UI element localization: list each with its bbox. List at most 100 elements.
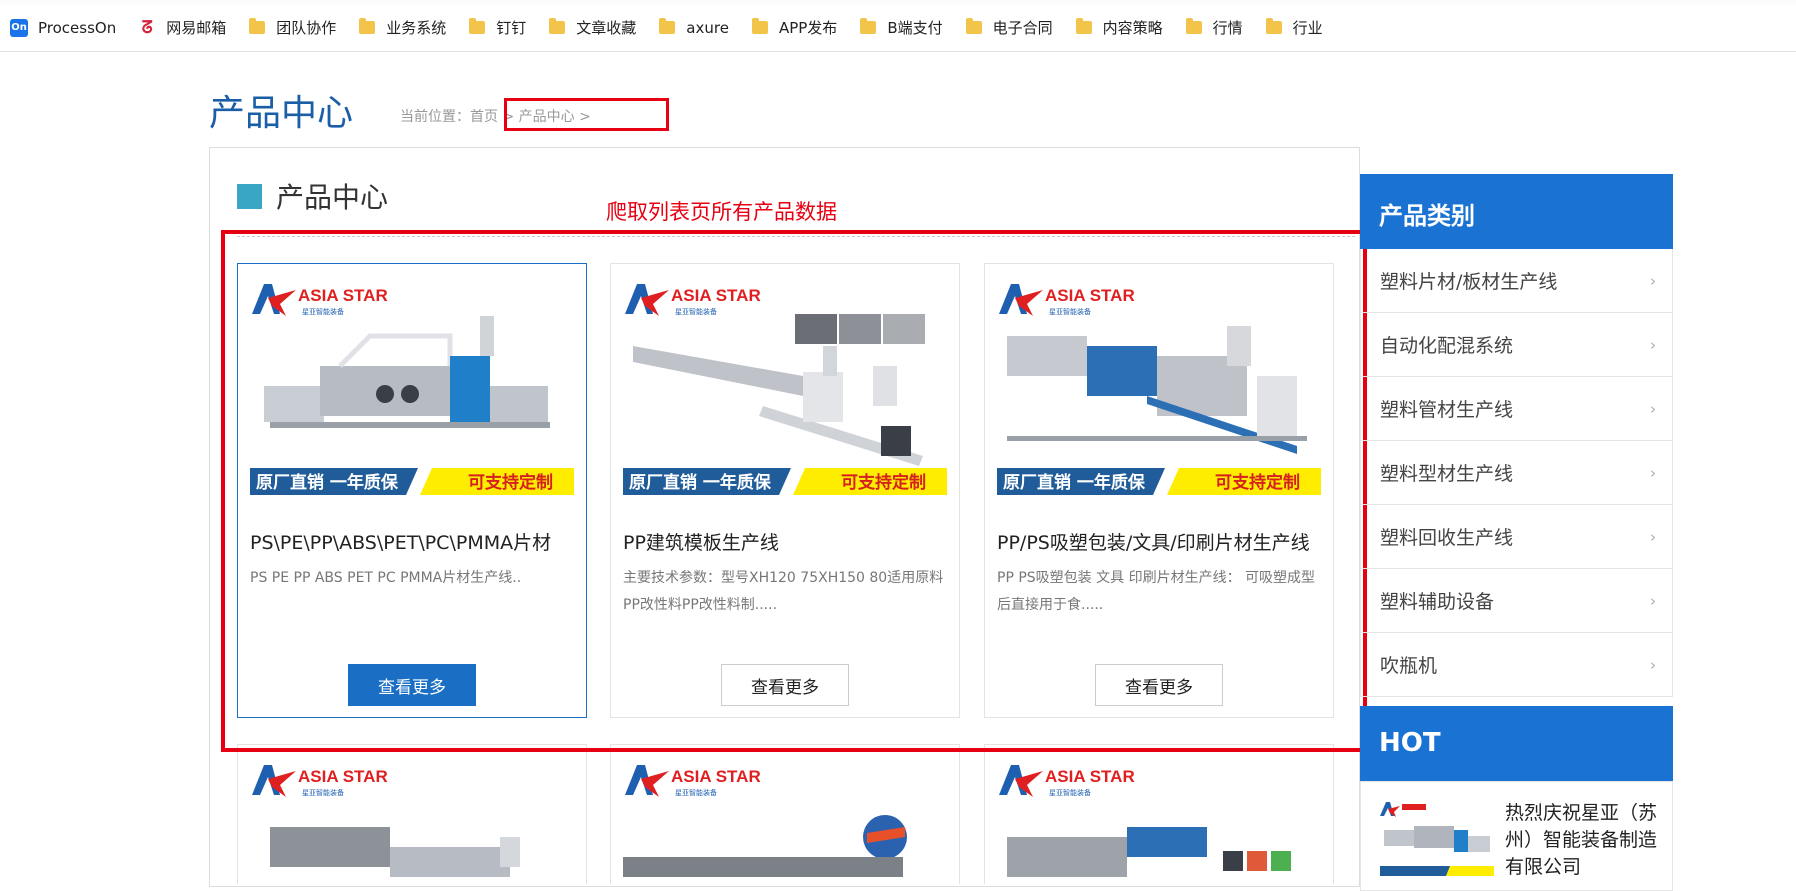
bookmark-folder[interactable]: axure [658,18,729,37]
chevron-right-icon: › [1650,335,1656,354]
bookmark-label: 团队协作 [276,19,337,37]
breadcrumb-highlight-box [504,98,669,131]
sidebar-item-blow-molding[interactable]: 吹瓶机 › [1360,633,1673,697]
bookmark-folder[interactable]: 行情 [1185,17,1243,38]
sidebar-item-label: 塑料辅助设备 [1380,591,1495,613]
folder-icon [549,18,566,34]
machine-illustration [264,316,550,428]
promo-banner: 原厂直销 一年质保 可支持定制 [623,468,947,495]
promo-banner: 原厂直销 一年质保 可支持定制 [997,468,1321,495]
sidebar-title: 产品类别 [1360,174,1673,249]
chevron-right-icon: › [1650,591,1656,610]
sidebar-item-compounding[interactable]: 自动化配混系统 › [1360,313,1673,377]
chevron-right-icon: › [1650,399,1656,418]
sidebar-item-label: 塑料型材生产线 [1380,463,1514,485]
bookmark-processon[interactable]: On ProcessOn [10,18,117,37]
machine-illustration [633,314,925,466]
banner-left-text: 原厂直销 一年质保 [1003,472,1146,493]
product-image: ASIA STAR 星亚智能装备 原厂直销 一年质保 可支持定制 [623,284,947,495]
banner-right-text: 可支持定制 [1215,472,1300,493]
folder-icon [751,18,768,34]
logo-subtext: 星亚智能装备 [675,307,717,316]
bookmark-folder[interactable]: 电子合同 [965,17,1053,38]
view-more-button[interactable]: 查看更多 [348,664,476,706]
folder-icon [1265,18,1282,34]
folder-icon [1185,18,1202,34]
product-image: ASIA STAR 星亚智能装备 原厂直销 一年质保 可支持定制 [250,284,574,495]
logo-text: ASIA STAR [671,767,761,786]
bookmark-label: APP发布 [778,19,838,37]
product-image: ASIA STAR 星亚智能装备 原厂直销 一年质保 可支持定制 [997,284,1321,495]
bookmark-netease-mail[interactable]: ᘔ 网易邮箱 [138,17,227,38]
product-name[interactable]: PS\PE\PP\ABS\PET\PC\PMMA片材 [250,528,580,555]
bookmark-label: 行情 [1212,19,1243,37]
bookmark-folder[interactable]: 行业 [1265,17,1323,38]
bookmark-folder[interactable]: 钉钉 [468,17,526,38]
bookmark-list: On ProcessOn ᘔ 网易邮箱 团队协作 业务系统 钉钉 文章收藏 axur… [10,17,1345,38]
sidebar-item-label: 塑料片材/板材生产线 [1380,271,1558,293]
machine-illustration [623,815,907,877]
sidebar-item-label: 塑料管材生产线 [1380,399,1514,421]
chevron-right-icon: › [1650,271,1656,290]
product-card[interactable]: ASIA STAR 星亚智能装备 原厂直销 一年质保 可支持定制 PS\PE\P… [237,263,587,718]
folder-icon [1075,18,1092,34]
view-more-button[interactable]: 查看更多 [721,664,849,706]
bookmark-label: 文章收藏 [576,19,637,37]
product-image: ASIA STAR 星亚智能装备 [999,765,1291,877]
folder-icon [965,18,982,34]
folder-icon [249,18,266,34]
product-description: 主要技术参数：型号XH120 75XH150 80适用原料PP改性料PP改性料制… [623,570,944,613]
sidebar-item-sheet-line[interactable]: 塑料片材/板材生产线 › [1360,249,1673,313]
bookmark-label: 行业 [1292,19,1323,37]
section-divider [237,236,1355,237]
product-card[interactable]: ASIA STAR 星亚智能装备 原厂直销 一年质保 可支持定制 PP建筑模板生… [610,263,960,718]
asia-star-logo: ASIA STAR 星亚智能装备 [252,765,388,797]
view-more-button[interactable]: 查看更多 [1095,664,1223,706]
banner-left-text: 原厂直销 一年质保 [256,472,399,493]
address-bar-edge [0,0,1796,6]
bookmark-label: 电子合同 [992,19,1053,37]
product-name[interactable]: PP/PS吸塑包装/文具/印刷片材生产线 [997,528,1327,555]
banner-left-text: 原厂直销 一年质保 [629,472,772,493]
logo-subtext: 星亚智能装备 [1049,788,1091,797]
page-title: 产品中心 [209,93,354,134]
bookmark-folder[interactable]: 内容策略 [1075,17,1163,38]
product-card[interactable]: ASIA STAR 星亚智能装备 [984,744,1334,884]
hot-news-title[interactable]: 热烈庆祝星亚（苏州）智能装备制造有限公司 [1505,800,1661,881]
product-name[interactable]: PP建筑模板生产线 [623,528,953,555]
bookmark-label: B端支付 [887,19,943,37]
netease-mail-icon: ᘔ [141,17,153,38]
sidebar-item-label: 塑料回收生产线 [1380,527,1514,549]
bookmark-label: axure [686,18,729,37]
machine-illustration [1007,326,1307,454]
hot-news-image [1380,802,1494,876]
logo-text: ASIA STAR [298,286,388,305]
bookmark-label: ProcessOn [38,18,117,37]
logo-subtext: 星亚智能装备 [1049,307,1091,316]
machine-illustration [1007,827,1291,877]
bookmark-folder[interactable]: APP发布 [751,17,837,38]
sidebar-item-recycling-line[interactable]: 塑料回收生产线 › [1360,505,1673,569]
crawl-annotation: 爬取列表页所有产品数据 [606,200,837,224]
product-card[interactable]: ASIA STAR 星亚智能装备 [237,744,587,884]
hot-news-item[interactable]: 热烈庆祝星亚（苏州）智能装备制造有限公司 [1360,781,1673,891]
folder-icon [469,18,486,34]
logo-text: ASIA STAR [1045,767,1135,786]
sidebar-item-auxiliary[interactable]: 塑料辅助设备 › [1360,569,1673,633]
bookmark-folder[interactable]: 团队协作 [248,17,336,38]
bookmarks-bar: On ProcessOn ᘔ 网易邮箱 团队协作 业务系统 钉钉 文章收藏 axur… [0,0,1796,52]
product-card[interactable]: ASIA STAR 星亚智能装备 [610,744,960,884]
folder-icon [860,18,877,34]
hot-title: HOT [1360,706,1673,781]
processon-icon: On [10,18,28,37]
asia-star-logo: ASIA STAR 星亚智能装备 [999,765,1135,797]
asia-star-logo: ASIA STAR 星亚智能装备 [625,284,761,316]
product-card[interactable]: ASIA STAR 星亚智能装备 原厂直销 一年质保 可支持定制 PP/PS吸塑… [984,263,1334,718]
bookmark-folder[interactable]: 业务系统 [358,17,446,38]
sidebar-item-profile-line[interactable]: 塑料型材生产线 › [1360,441,1673,505]
machine-illustration [270,827,520,877]
bookmark-folder[interactable]: B端支付 [859,17,943,38]
sidebar-item-pipe-line[interactable]: 塑料管材生产线 › [1360,377,1673,441]
product-image: ASIA STAR 星亚智能装备 [252,765,520,877]
bookmark-folder[interactable]: 文章收藏 [548,17,636,38]
